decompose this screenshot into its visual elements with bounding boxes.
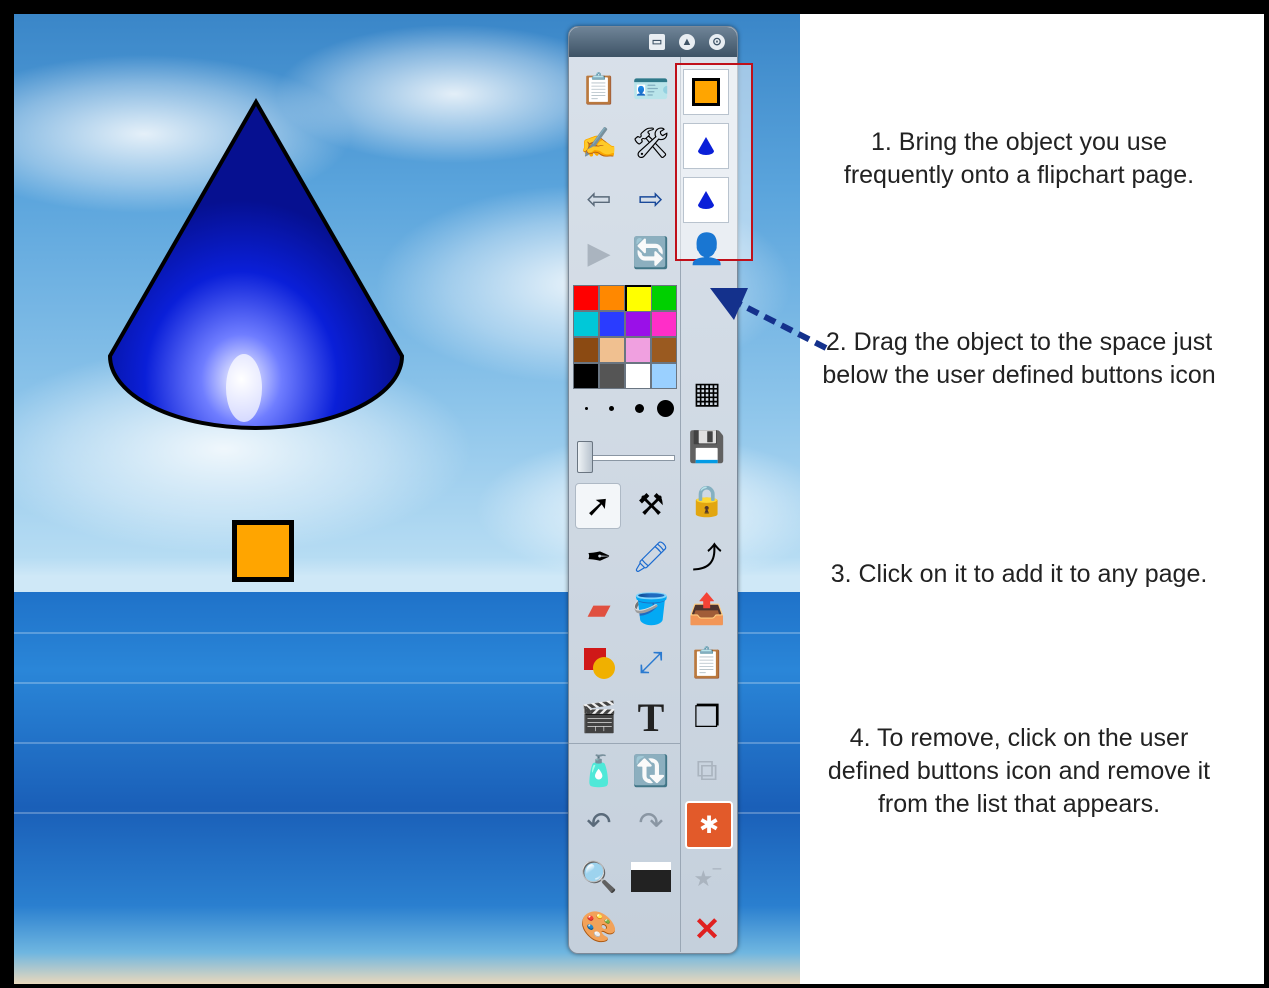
next-page-icon[interactable]: ⇨ (629, 177, 673, 221)
media-icon[interactable]: 🎬 (577, 695, 621, 739)
close-icon[interactable]: ✕ (685, 907, 729, 951)
lock-icon[interactable]: 🔒 (685, 479, 729, 523)
favorites-icon[interactable]: ★‾ (685, 857, 729, 901)
swatch-red[interactable] (573, 285, 599, 311)
swatch-white[interactable] (625, 363, 651, 389)
user-button-square[interactable] (683, 69, 729, 115)
paste-icon[interactable]: 📋 (685, 641, 729, 685)
swatch-yellow[interactable] (625, 285, 653, 313)
undo-redo-icon[interactable]: 🔄 (629, 231, 673, 275)
instruction-step-3: 3. Click on it to add it to any page. (830, 560, 1208, 588)
pen-width-slider[interactable] (581, 455, 675, 461)
minimize-icon[interactable]: ▭ (649, 34, 665, 50)
toolbox-header[interactable]: ▭ ▲ ⊙ (569, 27, 737, 57)
resource-browser-icon[interactable]: 🪪 (629, 67, 673, 111)
square-object[interactable] (232, 520, 294, 582)
handwriting-icon[interactable]: ✍ (577, 121, 621, 165)
swatch-black[interactable] (573, 363, 599, 389)
flipchart-browser-icon[interactable]: 📋 (577, 67, 621, 111)
eraser-icon[interactable]: ▰ (577, 587, 621, 631)
instruction-step-2: 2. Drag the object to the space just bel… (822, 328, 1216, 389)
swatch-cyan[interactable] (573, 311, 599, 337)
select-icon[interactable]: ➚ (575, 483, 621, 529)
pen-width-3[interactable] (635, 404, 644, 413)
swatch-brown[interactable] (573, 337, 599, 363)
swatch-pink[interactable] (625, 337, 651, 363)
swatch-green[interactable] (651, 285, 677, 311)
toolbox: ▭ ▲ ⊙ 📋 🪪 ✍ 🛠 ⇦ ⇨ ▶ 🔄 ➚ ⚒ ✒ 🖍 ▰ 🪣 ⤢ 🎬 T … (568, 26, 753, 954)
magnifier-icon[interactable]: 🔍 (577, 855, 621, 899)
color-picker-icon[interactable]: 🎨 (577, 905, 621, 949)
user-defined-buttons-settings-icon[interactable]: ✱ (685, 801, 733, 849)
flipchart-page[interactable]: ▭ ▲ ⊙ 📋 🪪 ✍ 🛠 ⇦ ⇨ ▶ 🔄 ➚ ⚒ ✒ 🖍 ▰ 🪣 ⤢ 🎬 T … (14, 14, 800, 984)
user-button-cone-2[interactable] (683, 177, 729, 223)
pen-icon[interactable]: ✒ (577, 535, 621, 579)
swatch-magenta[interactable] (651, 311, 677, 337)
previous-page-icon[interactable]: ⇦ (577, 177, 621, 221)
swatch-blue[interactable] (599, 311, 625, 337)
cone-thumb-icon (698, 191, 714, 209)
camera-icon[interactable] (629, 855, 673, 899)
save-icon[interactable]: 💾 (685, 425, 729, 469)
grid-icon[interactable]: ▦ (685, 371, 729, 415)
swatch-dark-brown[interactable] (651, 337, 677, 363)
duplicate-icon[interactable]: ❐ (685, 695, 729, 739)
swatch-orange[interactable] (599, 285, 625, 311)
pen-width-slider-thumb[interactable] (577, 441, 593, 473)
user-defined-buttons-icon[interactable]: 👤 (685, 227, 729, 271)
undo-icon[interactable]: ↶ (577, 801, 621, 845)
swatch-tan[interactable] (599, 337, 625, 363)
swatch-gray[interactable] (599, 363, 625, 389)
import-icon[interactable]: 📤 (685, 587, 729, 631)
collapse-icon[interactable]: ▲ (679, 34, 695, 50)
instruction-step-1: 1. Bring the object you use frequently o… (843, 128, 1195, 189)
shape-icon[interactable] (577, 641, 621, 685)
tools-icon[interactable]: ⚒ (629, 483, 673, 527)
swatch-light-blue[interactable] (651, 363, 677, 389)
tool-separator (569, 743, 680, 744)
frame: ▭ ▲ ⊙ 📋 🪪 ✍ 🛠 ⇦ ⇨ ▶ 🔄 ➚ ⚒ ✒ 🖍 ▰ 🪣 ⤢ 🎬 T … (14, 14, 1264, 984)
reset-icon[interactable]: 🔃 (629, 749, 673, 793)
group-icon[interactable]: ⧉ (685, 749, 729, 793)
pin-icon[interactable]: ⊙ (709, 34, 725, 50)
shape-glyph (584, 648, 615, 679)
pen-width-2[interactable] (609, 406, 614, 411)
instruction-step-4: 4. To remove, click on the user defined … (827, 724, 1211, 818)
square-thumb-icon (692, 78, 720, 106)
camera-glyph (631, 862, 671, 892)
user-button-cone-1[interactable] (683, 123, 729, 169)
teacher-tools-icon[interactable]: 🛠 (629, 121, 673, 165)
export-icon[interactable]: ⤴ (685, 533, 729, 577)
cone-thumb-icon (698, 137, 714, 155)
swatch-purple[interactable] (625, 311, 651, 337)
cone-object[interactable] (104, 98, 404, 434)
redo-icon[interactable]: ↷ (629, 801, 673, 845)
text-icon[interactable]: T (629, 695, 673, 740)
pen-width-1[interactable] (585, 407, 588, 410)
clear-icon[interactable]: 🧴 (577, 749, 621, 793)
highlighter-icon[interactable]: 🖍 (629, 535, 673, 579)
fill-icon[interactable]: 🪣 (629, 587, 673, 631)
connector-icon[interactable]: ⤢ (629, 641, 673, 685)
play-icon[interactable]: ▶ (577, 231, 621, 275)
pen-width-4[interactable] (657, 400, 674, 417)
